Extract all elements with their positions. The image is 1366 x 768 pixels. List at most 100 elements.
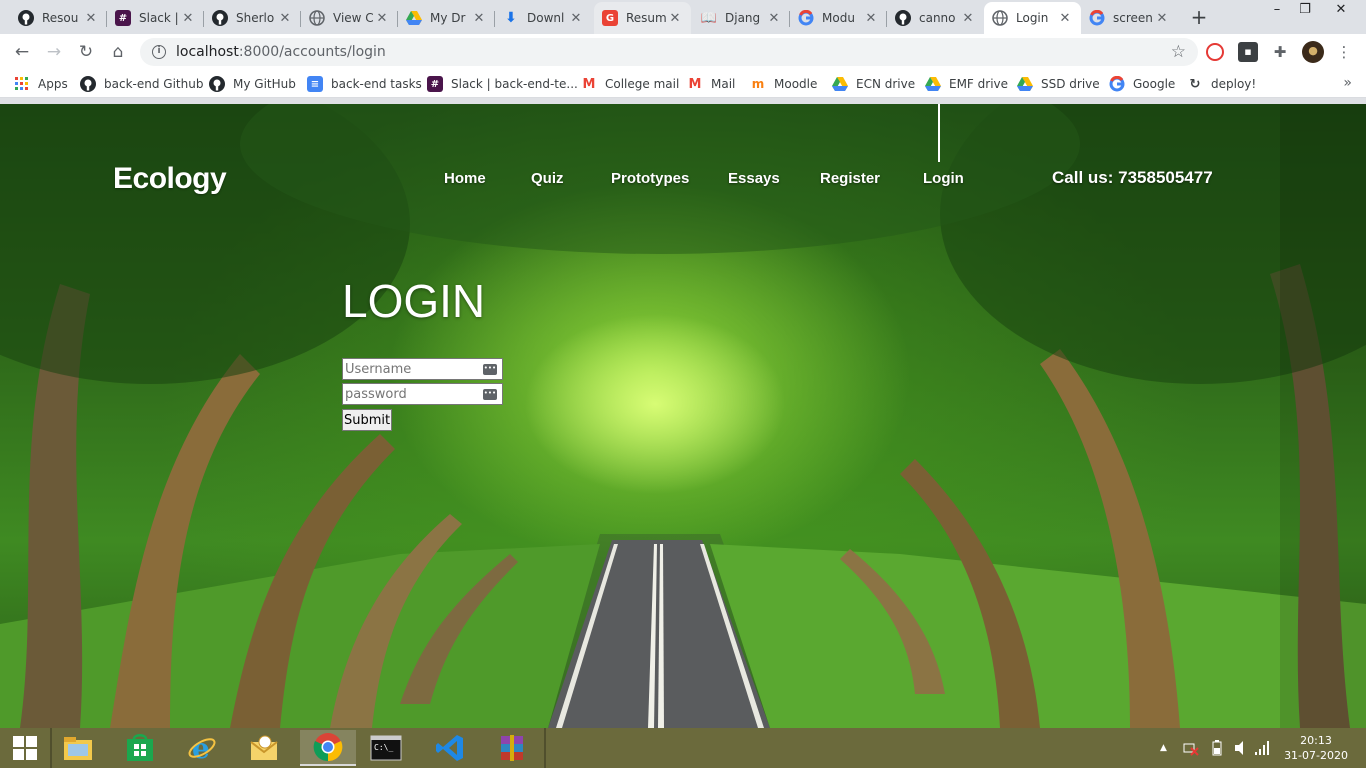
taskbar-outlook[interactable] (238, 730, 290, 766)
battery-icon[interactable] (1212, 740, 1222, 759)
taskbar-windows-store[interactable] (114, 730, 166, 766)
tab-resources[interactable]: Resou ✕ (10, 2, 107, 34)
close-tab-icon[interactable]: ✕ (180, 11, 196, 26)
tab-strip: Resou ✕ # Slack | ✕ Sherlo ✕ View C ✕ My… (0, 0, 1366, 34)
tab-downloads[interactable]: ⬇ Downl ✕ (495, 2, 592, 34)
site-logo-text[interactable]: Ecology (113, 162, 227, 196)
bookmark-college-mail[interactable]: M College mail (581, 75, 680, 93)
start-button[interactable] (0, 730, 50, 766)
password-input[interactable] (343, 384, 479, 404)
system-clock[interactable]: 20:13 31-07-2020 (1284, 733, 1348, 763)
extension-grid-icon[interactable]: ▪ (1238, 42, 1258, 62)
forest-background-image (0, 104, 1366, 728)
tab-screen[interactable]: screen ✕ (1081, 2, 1178, 34)
tab-title: screen (1113, 11, 1153, 25)
globe-icon (309, 10, 325, 26)
gmail-icon: M (582, 76, 596, 92)
tab-title: Resou (42, 11, 79, 25)
bookmark-my-github[interactable]: My GitHub (209, 75, 296, 93)
close-tab-icon[interactable]: ✕ (471, 11, 487, 26)
network-error-icon[interactable] (1183, 740, 1199, 759)
tab-login[interactable]: Login ✕ (984, 2, 1081, 34)
browser-toolbar: ← → ↻ ⌂ i localhost:8000/accounts/login … (0, 34, 1366, 70)
bookmark-ssd-drive[interactable]: SSD drive (1017, 75, 1100, 93)
close-tab-icon[interactable]: ✕ (766, 11, 782, 26)
tab-modules[interactable]: Modu ✕ (790, 2, 887, 34)
tab-view[interactable]: View C ✕ (301, 2, 398, 34)
tab-slack[interactable]: # Slack | ✕ (107, 2, 204, 34)
call-us-text: Call us: 7358505477 (1052, 168, 1213, 187)
volume-icon[interactable] (1234, 740, 1248, 759)
password-field[interactable]: ••• (342, 383, 503, 405)
slack-icon: # (115, 10, 131, 26)
nav-login[interactable]: Login (923, 170, 964, 187)
taskbar-winrar[interactable] (486, 730, 538, 766)
bookmark-emf-drive[interactable]: EMF drive (925, 75, 1008, 93)
tab-my-drive[interactable]: My Dr ✕ (398, 2, 495, 34)
home-button[interactable]: ⌂ (106, 40, 130, 64)
new-tab-button[interactable]: + (1187, 6, 1211, 30)
login-page: Ecology Home Quiz Prototypes Essays Regi… (0, 104, 1366, 728)
tab-title: My Dr (430, 11, 466, 25)
bookmark-deploy[interactable]: ↻ deploy! (1187, 75, 1257, 93)
close-tab-icon[interactable]: ✕ (960, 11, 976, 26)
menu-dots-icon[interactable]: ⋮ (1334, 42, 1354, 62)
username-field[interactable]: ••• (342, 358, 503, 380)
bookmark-star-icon[interactable]: ☆ (1171, 42, 1186, 62)
bookmark-ecn-drive[interactable]: ECN drive (832, 75, 915, 93)
bookmark-mail[interactable]: M Mail (687, 75, 736, 93)
puzzle-extensions-icon[interactable]: ✚ (1270, 42, 1290, 62)
close-tab-icon[interactable]: ✕ (667, 11, 683, 26)
tab-cannot[interactable]: canno ✕ (887, 2, 984, 34)
nav-home[interactable]: Home (444, 170, 486, 187)
taskbar-file-explorer[interactable] (52, 730, 104, 766)
close-tab-icon[interactable]: ✕ (83, 11, 99, 26)
taskbar-vscode[interactable] (424, 730, 476, 766)
close-tab-icon[interactable]: ✕ (277, 11, 293, 26)
forward-button[interactable]: → (42, 40, 66, 64)
bookmark-apps[interactable]: Apps (14, 75, 68, 93)
autofill-key-icon[interactable]: ••• (483, 388, 497, 400)
google-icon (1089, 10, 1105, 26)
taskbar-internet-explorer[interactable]: e (176, 730, 228, 766)
minimize-button[interactable]: – (1262, 0, 1292, 22)
restore-button[interactable]: ❐ (1290, 0, 1320, 22)
close-tab-icon[interactable]: ✕ (1154, 11, 1170, 26)
google-drive-icon (925, 76, 941, 92)
bookmark-back-end-github[interactable]: back-end Github (80, 75, 203, 93)
address-bar[interactable]: i localhost:8000/accounts/login ☆ (140, 38, 1198, 66)
autofill-key-icon[interactable]: ••• (483, 363, 497, 375)
close-tab-icon[interactable]: ✕ (1057, 11, 1073, 26)
nav-prototypes[interactable]: Prototypes (611, 170, 689, 187)
profile-avatar[interactable]: ● (1302, 41, 1324, 63)
close-tab-icon[interactable]: ✕ (374, 11, 390, 26)
bookmark-label: back-end tasks (331, 77, 422, 91)
taskbar-chrome[interactable] (300, 730, 356, 766)
signal-icon[interactable] (1254, 740, 1270, 759)
back-button[interactable]: ← (10, 40, 34, 64)
nav-register[interactable]: Register (820, 170, 880, 187)
bookmark-google[interactable]: Google (1109, 75, 1175, 93)
submit-button[interactable]: Submit (342, 409, 393, 431)
nav-quiz[interactable]: Quiz (531, 170, 564, 187)
bookmark-back-end-tasks[interactable]: ≡ back-end tasks (307, 75, 422, 93)
taskbar-command-prompt[interactable]: C:\_ (360, 730, 412, 766)
extension-record-icon[interactable] (1206, 43, 1224, 61)
bookmark-label: My GitHub (233, 77, 296, 91)
deploy-icon: ↻ (1189, 76, 1201, 92)
close-tab-icon[interactable]: ✕ (568, 11, 584, 26)
bookmark-moodle[interactable]: m Moodle (750, 75, 818, 93)
tab-resume[interactable]: G Resum ✕ (594, 2, 691, 34)
info-icon[interactable]: i (152, 45, 166, 59)
close-window-button[interactable]: ✕ (1326, 0, 1356, 22)
reload-button[interactable]: ↻ (74, 40, 98, 64)
nav-essays[interactable]: Essays (728, 170, 780, 187)
taskbar-separator (544, 728, 546, 768)
bookmarks-overflow-button[interactable]: » (1343, 75, 1352, 91)
tab-sherlock[interactable]: Sherlo ✕ (204, 2, 301, 34)
close-tab-icon[interactable]: ✕ (863, 11, 879, 26)
tab-django[interactable]: 📖 Djang ✕ (693, 2, 790, 34)
tray-overflow-icon[interactable]: ▲ (1160, 743, 1167, 753)
bookmark-slack[interactable]: # Slack | back-end-te... (427, 75, 578, 93)
username-input[interactable] (343, 359, 479, 379)
